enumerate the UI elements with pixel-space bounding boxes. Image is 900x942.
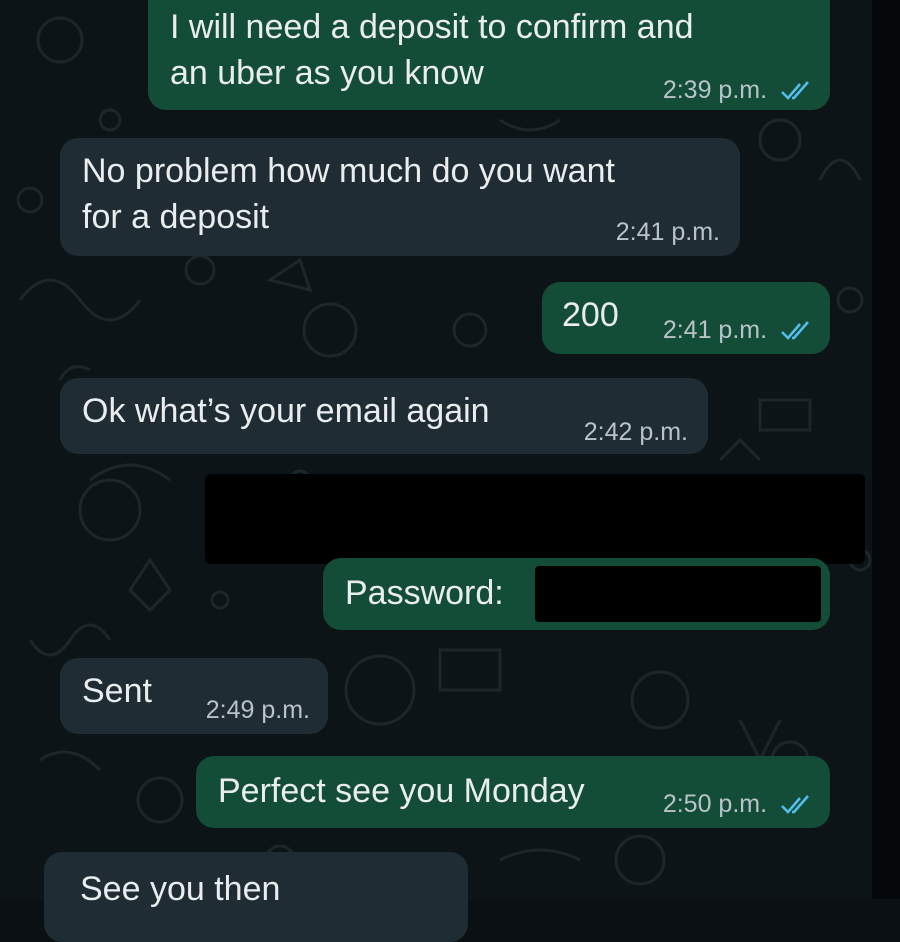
message-bubble-incoming[interactable]: Sent 2:49 p.m.: [60, 658, 328, 734]
message-text: 200: [562, 296, 619, 334]
message-text: I will need a deposit to confirm and an …: [170, 8, 694, 92]
message-time: 2:50 p.m.: [662, 790, 768, 818]
message-time: 2:41 p.m.: [662, 316, 768, 344]
message-meta: 2:39 p.m.: [663, 76, 812, 105]
message-text: Sent: [82, 672, 152, 710]
message-text: See you then: [80, 870, 281, 908]
message-bubble-incoming[interactable]: No problem how much do you want for a de…: [60, 138, 740, 256]
message-time: 2:41 p.m.: [615, 218, 720, 246]
message-text: No problem how much do you want for a de…: [82, 152, 615, 236]
screen-edge: [872, 0, 900, 899]
message-bubble-outgoing[interactable]: Password:: [323, 558, 830, 630]
message-text: Perfect see you Monday: [218, 772, 585, 810]
message-bubble-incoming[interactable]: Ok what’s your email again 2:42 p.m.: [60, 378, 708, 454]
message-text: Ok what’s your email again: [82, 392, 490, 430]
message-bubble-outgoing[interactable]: I will need a deposit to confirm and an …: [148, 0, 830, 110]
message-bubble-incoming[interactable]: See you then: [44, 852, 468, 942]
message-time: 2:39 p.m.: [662, 76, 768, 104]
message-time: 2:49 p.m.: [205, 696, 310, 724]
message-time: 2:42 p.m.: [583, 418, 688, 446]
redacted-message: [205, 474, 865, 564]
double-check-icon: [781, 321, 809, 341]
message-meta: 2:50 p.m.: [663, 790, 812, 819]
redacted-password: [535, 566, 821, 622]
message-meta: 2:41 p.m.: [663, 316, 812, 345]
double-check-icon: [781, 795, 809, 815]
double-check-icon: [781, 81, 809, 101]
message-bubble-outgoing[interactable]: Perfect see you Monday 2:50 p.m.: [196, 756, 830, 828]
message-text: Password:: [345, 574, 504, 612]
message-bubble-outgoing[interactable]: 200 2:41 p.m.: [542, 282, 830, 354]
